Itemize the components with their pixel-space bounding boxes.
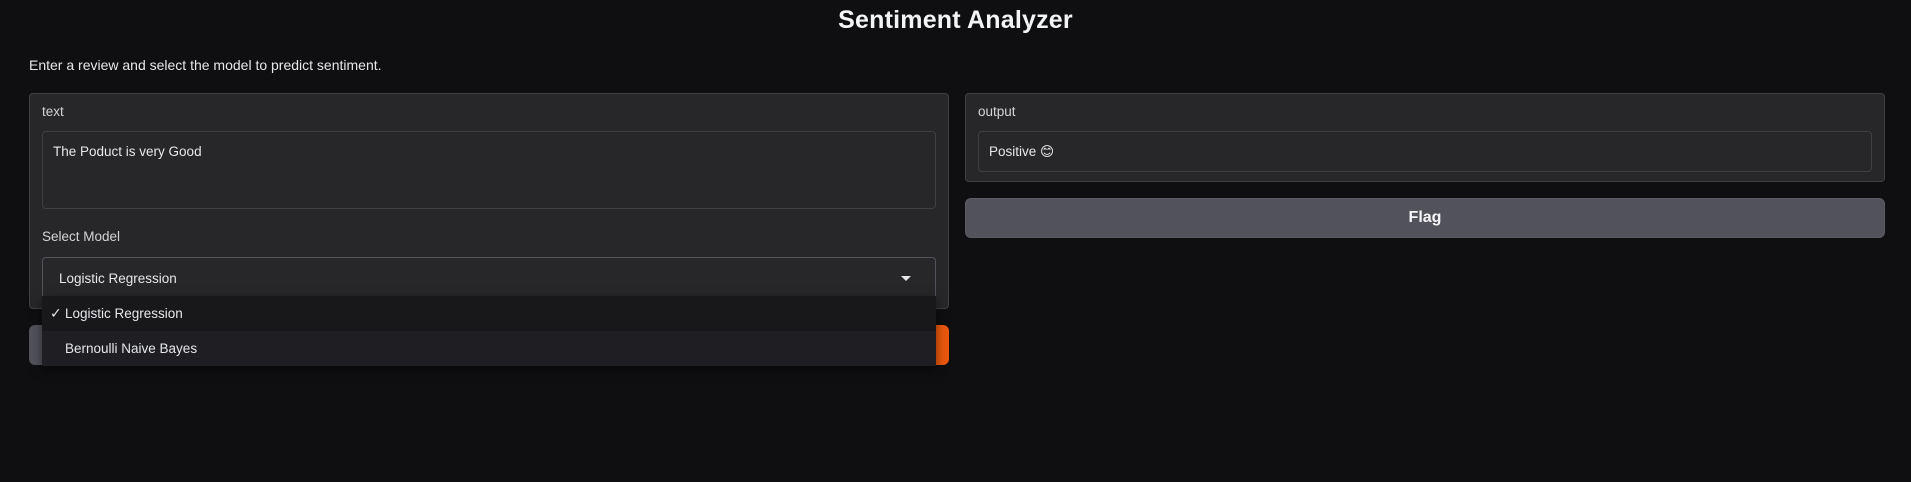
flag-button[interactable]: Flag — [965, 198, 1885, 238]
output-field: Positive 😊 — [978, 131, 1872, 172]
model-select[interactable]: Logistic Regression — [42, 257, 936, 299]
app-root: Sentiment Analyzer Enter a review and se… — [0, 0, 1911, 482]
chevron-down-icon — [901, 275, 911, 281]
text-input-label: text — [42, 104, 64, 119]
model-option-logistic-regression[interactable]: ✓ Logistic Regression — [42, 296, 936, 331]
model-dropdown-menu: ✓ Logistic Regression Bernoulli Naive Ba… — [42, 296, 936, 366]
page-description: Enter a review and select the model to p… — [29, 57, 382, 73]
review-text-input[interactable]: The Poduct is very Good — [42, 131, 936, 209]
model-select-value: Logistic Regression — [59, 270, 177, 286]
output-label: output — [978, 104, 1016, 119]
output-panel: output Positive 😊 — [965, 93, 1885, 182]
model-option-label: Bernoulli Naive Bayes — [65, 341, 198, 356]
model-select-label: Select Model — [42, 229, 121, 244]
model-option-bernoulli-naive-bayes[interactable]: Bernoulli Naive Bayes — [42, 331, 936, 366]
model-option-label: Logistic Regression — [65, 306, 183, 321]
page-title: Sentiment Analyzer — [838, 6, 1073, 34]
input-panel: text The Poduct is very Good Select Mode… — [29, 93, 949, 309]
check-icon: ✓ — [50, 305, 62, 321]
